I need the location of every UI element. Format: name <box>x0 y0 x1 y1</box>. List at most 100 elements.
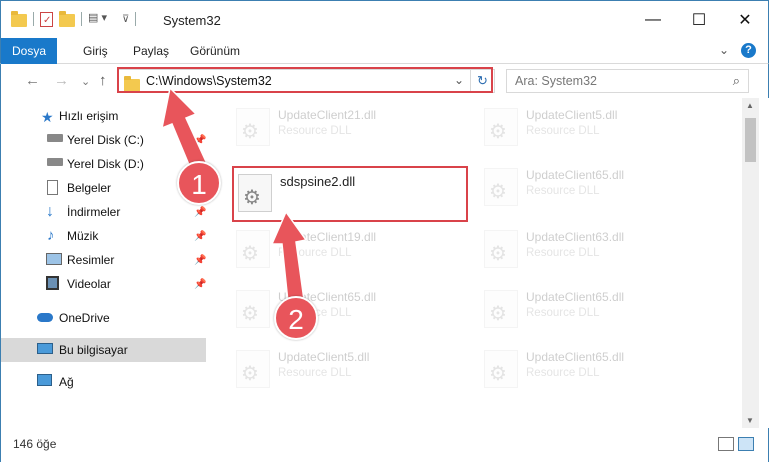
tiles-view-icon[interactable] <box>738 437 754 451</box>
file-type: Resource DLL <box>526 307 600 319</box>
status-bar: 146 öğe <box>0 428 769 462</box>
dll-file-icon <box>484 230 518 268</box>
ribbon-actions: ⌄ ? <box>719 43 756 58</box>
new-folder-icon[interactable] <box>59 10 75 27</box>
toolbar-divider <box>33 12 34 26</box>
file-type: Resource DLL <box>278 247 352 259</box>
sidebar-item-label: Müzik <box>67 229 99 243</box>
forward-button[interactable]: → <box>54 72 69 89</box>
back-button[interactable]: ← <box>25 72 40 89</box>
music-icon: ♪ <box>47 227 55 244</box>
list-item[interactable]: UpdateClient65.dll Resource DLL <box>232 286 462 332</box>
callout-2: 2 <box>274 296 318 340</box>
close-button[interactable]: ✕ <box>722 1 768 39</box>
recent-locations-button[interactable]: ⌄ <box>81 75 90 88</box>
sidebar-item-this-pc[interactable]: Bu bilgisayar <box>1 338 206 362</box>
drive-icon <box>47 158 63 166</box>
documents-icon <box>47 180 58 195</box>
minimize-button[interactable]: — <box>630 1 676 39</box>
customize-toolbar-icon[interactable]: ▤ ▾ <box>88 11 116 27</box>
sidebar-item-label: Yerel Disk (D:) <box>67 157 144 171</box>
list-item[interactable]: UpdateClient5.dll Resource DLL <box>480 104 710 150</box>
scroll-up-icon[interactable]: ▲ <box>746 101 754 110</box>
properties-icon[interactable]: ✓ <box>40 11 53 27</box>
sidebar-item-label: Ağ <box>59 375 74 389</box>
dll-file-icon <box>484 108 518 146</box>
search-icon: ⌕ <box>732 73 740 88</box>
sidebar-item-pictures[interactable]: Resimler 📌 <box>1 248 206 272</box>
customize-dropdown-icon[interactable]: ⊽ <box>122 14 129 25</box>
list-item[interactable]: UpdateClient65.dll Resource DLL <box>480 286 710 332</box>
sidebar-item-label: Belgeler <box>67 181 112 195</box>
dll-file-icon <box>236 108 270 146</box>
search-input[interactable]: Ara: System32 ⌕ <box>506 69 749 93</box>
sidebar-item-local-disk-d[interactable]: Yerel Disk (D:) 📌 <box>1 152 206 176</box>
file-name: UpdateClient65.dll <box>526 168 625 182</box>
pin-icon[interactable]: 📌 <box>194 255 206 266</box>
help-icon[interactable]: ? <box>741 43 756 58</box>
tab-home[interactable]: Giriş <box>83 38 108 64</box>
network-icon <box>37 374 52 386</box>
pin-icon[interactable]: 📌 <box>194 207 206 218</box>
cloud-icon <box>37 313 53 322</box>
sidebar-item-network[interactable]: Ağ <box>1 370 206 394</box>
sidebar-item-videos[interactable]: Videolar 📌 <box>1 272 206 296</box>
sidebar-item-music[interactable]: ♪ Müzik 📌 <box>1 224 206 248</box>
dll-file-icon <box>236 290 270 328</box>
scroll-down-icon[interactable]: ▼ <box>746 416 754 425</box>
sidebar-item-quick-access[interactable]: ★ Hızlı erişim <box>1 104 206 128</box>
file-name: UpdateClient5.dll <box>278 350 370 364</box>
file-name: UpdateClient21.dll <box>278 108 377 122</box>
list-item[interactable]: UpdateClient65.dll Resource DLL <box>480 346 710 392</box>
sidebar-item-local-disk-c[interactable]: Yerel Disk (C:) 📌 <box>1 128 206 152</box>
sidebar-item-downloads[interactable]: ↓ İndirmeler 📌 <box>1 200 206 224</box>
file-name: UpdateClient63.dll <box>526 230 625 244</box>
quick-access-toolbar: ✓ ▤ ▾ ⊽ <box>11 10 137 27</box>
file-type: Resource DLL <box>278 125 352 137</box>
sidebar-item-label: Resimler <box>67 253 115 267</box>
dll-file-icon <box>484 168 518 206</box>
file-name: UpdateClient5.dll <box>526 108 618 122</box>
file-name: UpdateClient19.dll <box>278 230 377 244</box>
file-name: sdspsine2.dll <box>280 174 356 189</box>
file-name: UpdateClient65.dll <box>526 290 625 304</box>
sidebar-item-label: Videolar <box>67 277 111 291</box>
dll-file-icon <box>236 230 270 268</box>
search-placeholder: Ara: System32 <box>515 74 597 88</box>
file-type: Resource DLL <box>278 367 352 379</box>
sidebar-item-label: Yerel Disk (C:) <box>67 133 144 147</box>
details-view-icon[interactable] <box>718 437 734 451</box>
item-count: 146 öğe <box>13 437 57 451</box>
window-controls: — ☐ ✕ <box>630 1 768 39</box>
toolbar-divider <box>81 12 82 26</box>
list-item[interactable]: UpdateClient5.dll Resource DLL <box>232 346 462 392</box>
pin-icon[interactable]: 📌 <box>194 135 206 146</box>
pin-icon[interactable]: 📌 <box>194 279 206 290</box>
sidebar-item-onedrive[interactable]: OneDrive <box>1 306 206 330</box>
list-item[interactable]: UpdateClient65.dll Resource DLL <box>480 164 710 210</box>
scroll-thumb[interactable] <box>745 118 756 162</box>
ribbon: Dosya Giriş Paylaş Görünüm ⌄ ? <box>0 38 769 84</box>
tab-view[interactable]: Görünüm <box>190 38 240 64</box>
dll-file-icon <box>484 350 518 388</box>
sidebar-item-label: İndirmeler <box>67 205 121 219</box>
list-item[interactable]: UpdateClient19.dll Resource DLL <box>232 226 462 272</box>
sidebar-item-label: OneDrive <box>59 311 110 325</box>
list-item[interactable]: UpdateClient63.dll Resource DLL <box>480 226 710 272</box>
pin-icon[interactable]: 📌 <box>194 231 206 242</box>
up-button[interactable]: ↑ <box>99 72 107 89</box>
vertical-scrollbar[interactable]: ▲ ▼ <box>742 98 759 428</box>
file-name: UpdateClient65.dll <box>526 350 625 364</box>
list-item[interactable]: UpdateClient21.dll Resource DLL <box>232 104 462 150</box>
highlighted-file-box[interactable]: sdspsine2.dll <box>232 166 468 222</box>
dll-file-icon <box>484 290 518 328</box>
dll-file-icon <box>238 174 272 212</box>
maximize-button[interactable]: ☐ <box>676 1 722 39</box>
download-icon: ↓ <box>46 203 54 220</box>
file-type: Resource DLL <box>526 367 600 379</box>
expand-ribbon-icon[interactable]: ⌄ <box>719 43 729 58</box>
tab-share[interactable]: Paylaş <box>133 38 169 64</box>
computer-icon <box>37 343 53 354</box>
list-item[interactable]: sdspsine2.dll <box>234 170 464 216</box>
sidebar-item-documents[interactable]: Belgeler 📌 <box>1 176 206 200</box>
